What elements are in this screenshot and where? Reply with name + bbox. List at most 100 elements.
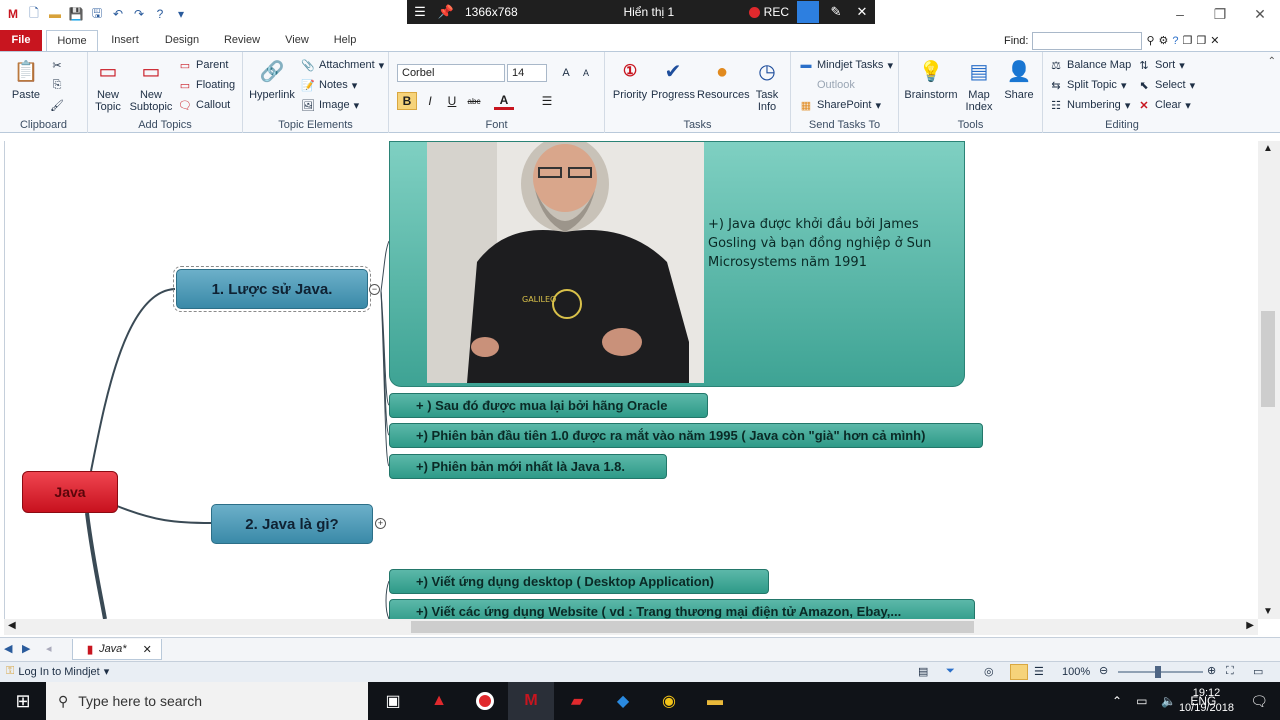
expand-icon[interactable]: + xyxy=(375,518,386,529)
brainstorm-button[interactable]: 💡 Brainstorm xyxy=(903,58,959,101)
customize-qat-icon[interactable]: ▾ xyxy=(172,5,190,23)
pin-icon[interactable]: 📌 xyxy=(433,4,459,20)
close-icon[interactable]: ✕ xyxy=(1240,0,1280,28)
strikethrough-button[interactable]: abc xyxy=(464,92,484,110)
select-button[interactable]: ⬉ Select ▾ xyxy=(1137,76,1195,94)
intellij-app-icon[interactable]: ▰ xyxy=(554,682,600,720)
topic-luoc-su-java[interactable]: 1. Lược sử Java. xyxy=(173,266,371,312)
horizontal-scroll-thumb[interactable] xyxy=(411,621,974,633)
tab-home[interactable]: Home xyxy=(46,30,98,51)
document-tab-java[interactable]: ▮ Java* ✕ xyxy=(72,639,162,660)
pdf-app-icon[interactable]: ▲ xyxy=(416,682,462,720)
underline-button[interactable]: U xyxy=(442,92,462,110)
new-subtopic-button[interactable]: ▭ New Subtopic xyxy=(128,58,174,113)
rec-button[interactable]: REC xyxy=(748,5,797,19)
document-close-icon[interactable]: ✕ xyxy=(1210,34,1219,47)
gear-icon[interactable]: ⚙ xyxy=(1159,34,1169,47)
share-button[interactable]: 👤 Share xyxy=(1001,58,1037,101)
tab-scroll-icon[interactable]: ◂ xyxy=(46,642,52,655)
recorder-app-icon[interactable] xyxy=(462,682,508,720)
subtopic-oracle[interactable]: + ) Sau đó được mua lại bởi hãng Oracle xyxy=(389,393,708,418)
filter-icon[interactable]: ⏷ xyxy=(946,665,955,678)
tray-chevron-up-icon[interactable]: ⌃ xyxy=(1112,694,1122,708)
mindjet-logo-icon[interactable]: M xyxy=(4,5,22,23)
scroll-left-icon[interactable]: ◀ xyxy=(8,620,16,631)
file-explorer-icon[interactable]: ▬ xyxy=(692,682,738,720)
attachment-button[interactable]: 📎 Attachment ▾ xyxy=(301,56,384,74)
chrome-app-icon[interactable]: ◉ xyxy=(646,682,692,720)
subtopic-desktop-app[interactable]: +) Viết ứng dụng desktop ( Desktop Appli… xyxy=(389,569,769,594)
align-button[interactable]: ☰ xyxy=(537,92,557,110)
italic-button[interactable]: I xyxy=(420,92,440,110)
forward-arrow-icon[interactable]: ▶ xyxy=(22,642,30,655)
tab-view[interactable]: View xyxy=(280,30,314,51)
restore-icon[interactable]: ❐ xyxy=(1200,0,1240,28)
priority-button[interactable]: ① Priority xyxy=(611,58,649,102)
map-index-button[interactable]: ▤ Map Index xyxy=(961,58,997,113)
window-cascade-icon[interactable]: ❐ xyxy=(1196,34,1206,47)
scroll-up-icon[interactable]: ▲ xyxy=(1263,143,1273,154)
page-view-icon[interactable]: ▤ xyxy=(918,665,928,678)
tab-insert[interactable]: Insert xyxy=(104,30,146,51)
numbering-button[interactable]: ☷ Numbering ▾ xyxy=(1049,96,1130,114)
minimize-icon[interactable]: – xyxy=(1160,0,1200,28)
format-painter-button[interactable]: 🖌 xyxy=(50,96,64,114)
map-canvas[interactable]: GALILEO +) Java được khởi đầu bởi James … xyxy=(4,141,1258,619)
font-color-button[interactable]: A xyxy=(494,92,514,110)
zoom-in-icon[interactable]: ⊕ xyxy=(1207,664,1216,677)
focus-icon[interactable]: ◎ xyxy=(984,665,994,678)
collapse-ribbon-icon[interactable]: ⌃ xyxy=(1268,56,1276,67)
menu-icon[interactable]: ☰ xyxy=(407,4,433,20)
volume-icon[interactable]: 🔈 xyxy=(1161,694,1176,708)
taskbar-search[interactable]: ⚲ Type here to search xyxy=(46,682,368,720)
close-recorder-icon[interactable]: ✕ xyxy=(849,4,875,20)
sharepoint-button[interactable]: ▦ SharePoint ▾ xyxy=(799,96,881,114)
copy-button[interactable]: ⎘ xyxy=(50,76,64,94)
balance-map-button[interactable]: ⚖ Balance Map xyxy=(1049,56,1131,74)
progress-button[interactable]: ✔ Progress xyxy=(651,58,695,101)
tab-help[interactable]: Help xyxy=(328,30,362,51)
subtopic-version-1-0[interactable]: +) Phiên bản đầu tiên 1.0 được ra mắt và… xyxy=(389,423,983,448)
binoculars-icon[interactable]: ⚲ xyxy=(1146,34,1154,47)
recorder-display[interactable]: Hiển thị 1 xyxy=(549,5,749,19)
save-all-icon[interactable]: 🖫 xyxy=(88,5,106,23)
new-file-icon[interactable]: 🗋 xyxy=(25,5,43,23)
windows-start-icon[interactable]: ⊞ xyxy=(0,682,46,720)
vertical-scroll-thumb[interactable] xyxy=(1261,311,1275,407)
open-folder-icon[interactable]: ▬ xyxy=(46,5,64,23)
panel-toggle-icon[interactable]: ▭ xyxy=(1253,665,1263,678)
notifications-icon[interactable]: 🗨 xyxy=(1250,693,1268,710)
mindjet-tasks-button[interactable]: ▬ Mindjet Tasks ▾ xyxy=(799,56,893,74)
resources-button[interactable]: ● Resources xyxy=(697,58,750,101)
task-info-button[interactable]: ◷ Task Info xyxy=(749,58,785,113)
outline-view-icon[interactable]: ☰ xyxy=(1034,665,1044,678)
recorder-window-icon[interactable] xyxy=(797,1,819,23)
redo-icon[interactable]: ↷ xyxy=(130,5,148,23)
central-topic-java[interactable]: Java xyxy=(22,471,118,513)
subtopic-java-1-8[interactable]: +) Phiên bản mới nhất là Java 1.8. xyxy=(389,454,667,479)
map-view-icon[interactable] xyxy=(1010,664,1028,680)
find-input[interactable] xyxy=(1032,31,1143,50)
horizontal-scrollbar[interactable]: ◀ ▶ xyxy=(4,619,1258,635)
font-size-select[interactable]: 14 xyxy=(507,64,547,82)
tab-design[interactable]: Design xyxy=(158,30,206,51)
vscode-app-icon[interactable]: ◆ xyxy=(600,682,646,720)
zoom-slider-thumb[interactable] xyxy=(1155,666,1161,678)
scroll-down-icon[interactable]: ▼ xyxy=(1263,606,1273,617)
bold-button[interactable]: B xyxy=(397,92,417,110)
paste-button[interactable]: 📋 Paste xyxy=(6,58,46,101)
back-arrow-icon[interactable]: ◀ xyxy=(4,642,12,655)
tab-file[interactable]: File xyxy=(0,30,42,51)
vertical-scrollbar[interactable]: ▲ ▼ xyxy=(1258,141,1280,619)
mindjet-app-icon[interactable]: M xyxy=(508,682,554,720)
network-icon[interactable]: ▭ xyxy=(1136,694,1147,708)
notes-button[interactable]: 📝 Notes ▾ xyxy=(301,76,357,94)
subtopic-website[interactable]: +) Viết các ứng dụng Website ( vd : Tran… xyxy=(389,599,975,619)
clock[interactable]: 19:12 10/19/2018 xyxy=(1179,686,1234,716)
collapse-icon[interactable]: − xyxy=(369,284,380,295)
login-link[interactable]: ⚿ Log In to Mindjet ▾ xyxy=(6,665,109,678)
topic-java-la-gi[interactable]: 2. Java là gì? xyxy=(211,504,373,544)
topic-card-gosling[interactable]: GALILEO +) Java được khởi đầu bởi James … xyxy=(389,141,965,387)
save-icon[interactable]: 💾 xyxy=(67,5,85,23)
sort-button[interactable]: ⇅ Sort ▾ xyxy=(1137,56,1184,74)
